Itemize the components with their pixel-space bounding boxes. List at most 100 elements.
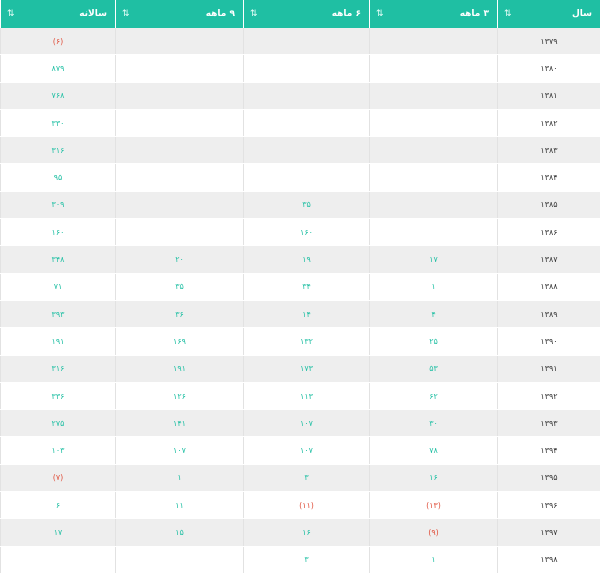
column-header-annual[interactable]: سالانه ⇅ [0,0,116,28]
annual-cell: ۲۷۵ [0,409,116,438]
annual-cell: (۷) [0,464,116,493]
table-row: ۱۳۹۴ ۷۸ ۱۰۷ ۱۰۷ ۱۰۳ [0,436,600,465]
three-month-cell: ۴ [369,300,498,329]
six-month-cell: ۱۶۰ [243,218,370,247]
three-month-cell [369,82,498,110]
table-row: ۱۳۹۲ ۶۲ ۱۱۳ ۱۲۶ ۳۳۶ [0,382,600,411]
three-month-cell: ۱ [369,273,498,301]
three-month-cell: (۹) [369,518,498,547]
column-header-9-month[interactable]: ۹ ماهه ⇅ [115,0,244,28]
column-header-label: ۶ ماهه [331,9,361,19]
year-cell: ۱۳۹۱ [497,355,600,383]
nine-month-cell: ۱ [115,464,244,493]
six-month-cell: ۱۴ [243,300,370,329]
annual-cell: ۷۶۸ [0,82,116,110]
six-month-cell: ۳ [243,546,370,574]
table-row: ۱۳۹۶ (۱۳) (۱۱) ۱۱ ۶ [0,491,600,520]
three-month-cell: ۶۲ [369,382,498,411]
six-month-cell: ۱۰۷ [243,436,370,465]
three-month-cell [369,191,498,220]
table-row: ۱۳۹۳ ۳۰ ۱۰۷ ۱۴۱ ۲۷۵ [0,409,600,438]
nine-month-cell [115,218,244,247]
table-row: ۱۳۹۰ ۲۵ ۱۳۲ ۱۶۹ ۱۹۱ [0,327,600,356]
three-month-cell: ۱۷ [369,245,498,274]
nine-month-cell: ۱۰۷ [115,436,244,465]
three-month-cell [369,28,498,56]
sort-icon[interactable]: ⇅ [122,9,129,19]
year-cell: ۱۳۸۰ [497,54,600,83]
three-month-cell: ۳۰ [369,409,498,438]
three-month-cell [369,109,498,138]
six-month-cell [243,109,370,138]
nine-month-cell: ۱۲۶ [115,382,244,411]
sort-icon[interactable]: ⇅ [504,9,511,19]
nine-month-cell [115,191,244,220]
table-row: ۱۳۸۲ ۳۳۰ [0,109,600,138]
year-cell: ۱۳۸۱ [497,82,600,110]
six-month-cell: ۳۵ [243,191,370,220]
nine-month-cell: ۱۴۱ [115,409,244,438]
three-month-cell [369,163,498,192]
annual-cell: ۳۹۳ [0,300,116,329]
table-body: ۱۳۷۹ (۶) ۱۳۸۰ ۸۷۹ ۱۳۸۱ ۷۶۸ ۱۳۸۲ ۳۳۰ ۱۳۸۳ ۳۱۶ ۱۳۸۴ ۹… [0,28,600,574]
nine-month-cell [115,163,244,192]
year-cell: ۱۳۸۲ [497,109,600,138]
three-month-cell: (۱۳) [369,491,498,520]
table-row: ۱۳۸۴ ۹۵ [0,163,600,192]
table-row: ۱۳۹۱ ۵۳ ۱۷۳ ۱۹۱ ۳۱۶ [0,355,600,383]
table-row: ۱۳۸۸ ۱ ۳۴ ۳۵ ۷۱ [0,273,600,301]
annual-cell: ۶ [0,491,116,520]
column-header-label: ۹ ماهه [205,9,235,19]
nine-month-cell [115,109,244,138]
three-month-cell [369,218,498,247]
six-month-cell: ۱۱۳ [243,382,370,411]
nine-month-cell: ۳۶ [115,300,244,329]
annual-cell: ۱۰۳ [0,436,116,465]
nine-month-cell: ۱۱ [115,491,244,520]
three-month-cell [369,54,498,83]
annual-cell [0,546,116,574]
six-month-cell [243,163,370,192]
table-row: ۱۳۹۷ (۹) ۱۶ ۱۵ ۱۷ [0,518,600,547]
annual-cell: ۳۳۶ [0,382,116,411]
nine-month-cell: ۱۵ [115,518,244,547]
annual-cell: ۳۳۰ [0,109,116,138]
column-header-6-month[interactable]: ۶ ماهه ⇅ [243,0,370,28]
year-cell: ۱۳۹۰ [497,327,600,356]
sort-icon[interactable]: ⇅ [376,9,383,19]
year-cell: ۱۳۷۹ [497,28,600,56]
nine-month-cell: ۱۶۹ [115,327,244,356]
annual-cell: ۱۷ [0,518,116,547]
nine-month-cell [115,54,244,83]
annual-cell: ۱۹۱ [0,327,116,356]
three-month-cell [369,136,498,165]
annual-cell: ۸۷۹ [0,54,116,83]
nine-month-cell: ۳۵ [115,273,244,301]
table-row: ۱۳۸۰ ۸۷۹ [0,54,600,83]
six-month-cell: ۱۷۳ [243,355,370,383]
year-cell: ۱۳۸۳ [497,136,600,165]
column-header-year[interactable]: سال ⇅ [497,0,600,28]
table-row: ۱۳۸۹ ۴ ۱۴ ۳۶ ۳۹۳ [0,300,600,329]
nine-month-cell [115,82,244,110]
earnings-table: سال ⇅ ۳ ماهه ⇅ ۶ ماهه ⇅ ۹ ماهه ⇅ سالانه [0,0,600,574]
table-row: ۱۳۸۷ ۱۷ ۱۹ ۲۰ ۳۴۸ [0,245,600,274]
nine-month-cell: ۲۰ [115,245,244,274]
nine-month-cell [115,136,244,165]
year-cell: ۱۳۹۳ [497,409,600,438]
six-month-cell: ۱۶ [243,518,370,547]
nine-month-cell: ۱۹۱ [115,355,244,383]
sort-icon[interactable]: ⇅ [7,9,14,19]
table-row: ۱۳۷۹ (۶) [0,28,600,56]
column-header-3-month[interactable]: ۳ ماهه ⇅ [369,0,498,28]
sort-icon[interactable]: ⇅ [250,9,257,19]
table-header-row: سال ⇅ ۳ ماهه ⇅ ۶ ماهه ⇅ ۹ ماهه ⇅ سالانه [0,0,600,28]
year-cell: ۱۳۸۴ [497,163,600,192]
six-month-cell: ۱۹ [243,245,370,274]
table-row: ۱۳۸۶ ۱۶۰ ۱۶۰ [0,218,600,247]
column-header-label: سال [571,9,592,19]
six-month-cell [243,54,370,83]
three-month-cell: ۱۶ [369,464,498,493]
three-month-cell: ۲۵ [369,327,498,356]
six-month-cell [243,28,370,56]
